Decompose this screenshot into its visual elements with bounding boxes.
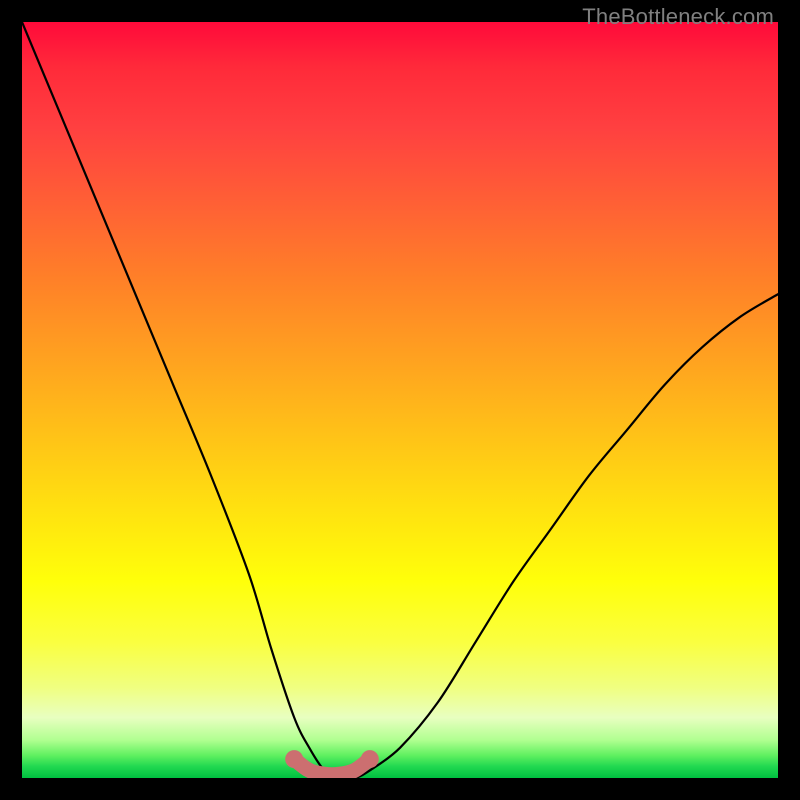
flat-region-highlight <box>294 759 370 775</box>
highlight-endpoint-dot <box>285 750 303 768</box>
bottleneck-curve <box>22 22 778 778</box>
chart-frame: TheBottleneck.com <box>0 0 800 800</box>
watermark-text: TheBottleneck.com <box>582 4 774 30</box>
flat-region-dots <box>285 750 379 768</box>
highlight-endpoint-dot <box>361 750 379 768</box>
plot-area <box>22 22 778 778</box>
curve-svg <box>22 22 778 778</box>
